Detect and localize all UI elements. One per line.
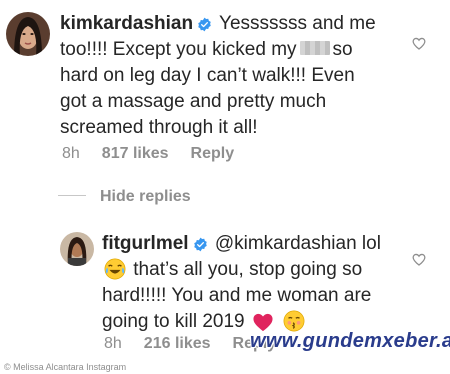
comment-line: hard!!!!! You and me woman are xyxy=(102,285,372,306)
red-heart-emoji xyxy=(252,312,274,332)
avatar-fitgurlmel[interactable] xyxy=(60,232,94,266)
comment-line: so xyxy=(332,39,353,60)
comment-time: 8h xyxy=(62,145,80,162)
comment-time: 8h xyxy=(104,335,122,352)
profile-photo-icon xyxy=(60,232,94,266)
username-kimkardashian[interactable]: kimkardashian xyxy=(60,13,193,34)
username-fitgurlmel[interactable]: fitgurlmel xyxy=(102,233,189,254)
comment-line: hard on leg day I can’t walk!!! Even xyxy=(60,65,355,86)
hide-replies-label: Hide replies xyxy=(100,188,191,205)
comment-line: going to kill 2019 xyxy=(102,311,245,332)
comment-meta: 8h 817 likes Reply xyxy=(62,145,256,163)
comment-text-fitgurlmel: fitgurlmel @kimkardashian lol that’s all… xyxy=(102,231,422,335)
mention-link[interactable]: @kimkardashian xyxy=(215,233,357,254)
avatar-kimkardashian[interactable] xyxy=(6,12,50,56)
comment-line: screamed through it all! xyxy=(60,117,258,138)
comment-line: lol xyxy=(361,233,381,254)
verified-badge-icon xyxy=(193,237,208,252)
comment-line: that’s all you, stop going so xyxy=(133,259,363,280)
hide-replies-button[interactable]: Hide replies xyxy=(58,188,191,206)
photo-credit: © Melissa Alcantara Instagram xyxy=(4,362,127,372)
reply-button[interactable]: Reply xyxy=(191,145,235,162)
divider-line xyxy=(58,195,86,196)
like-button[interactable] xyxy=(412,37,426,50)
kissing-face-emoji xyxy=(283,310,305,332)
likes-count[interactable]: 216 likes xyxy=(144,335,211,352)
profile-photo-icon xyxy=(6,12,50,56)
watermark-text: www.gundemxeber.az xyxy=(250,330,450,352)
comment-line: too!!!! Except you kicked my xyxy=(60,39,297,60)
like-button[interactable] xyxy=(412,253,426,266)
likes-count[interactable]: 817 likes xyxy=(102,145,169,162)
heart-outline-icon xyxy=(412,37,426,50)
censored-word-blur xyxy=(299,41,330,55)
verified-badge-icon xyxy=(197,17,212,32)
tears-of-joy-emoji xyxy=(104,258,126,280)
comment-text-kimkardashian: kimkardashian Yesssssss and me too!!!! E… xyxy=(60,11,400,141)
comment-line: got a massage and pretty much xyxy=(60,91,327,112)
heart-outline-icon xyxy=(412,253,426,266)
comment-line: Yesssssss and me xyxy=(219,13,376,34)
